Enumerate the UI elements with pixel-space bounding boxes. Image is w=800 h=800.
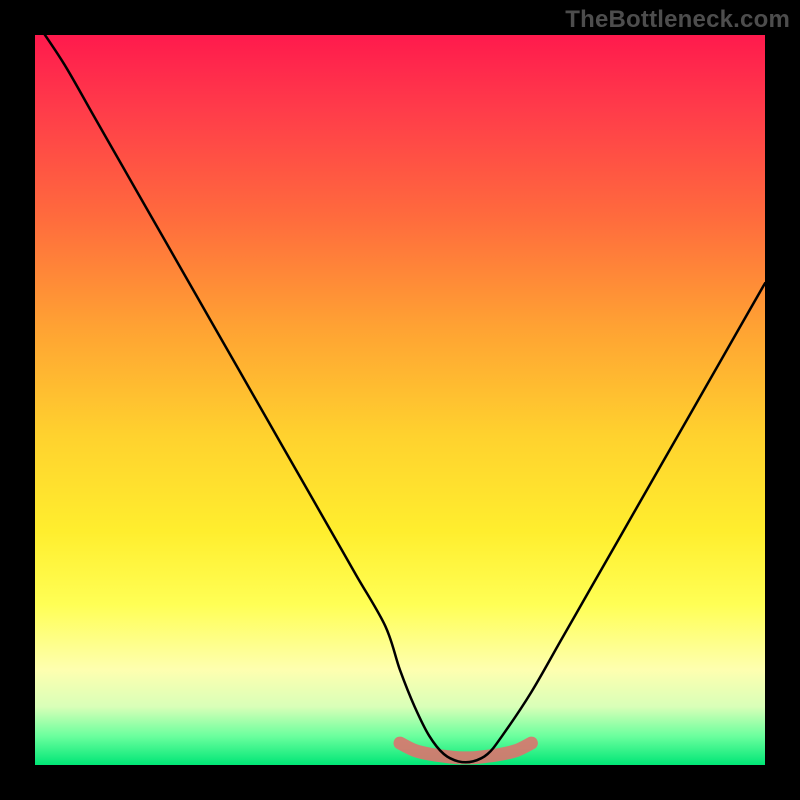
plot-area (35, 35, 765, 765)
chart-frame: TheBottleneck.com (0, 0, 800, 800)
curve-layer (35, 35, 765, 765)
bottleneck-curve (35, 35, 765, 762)
sweet-spot-marker (400, 743, 531, 758)
watermark-text: TheBottleneck.com (565, 6, 790, 34)
